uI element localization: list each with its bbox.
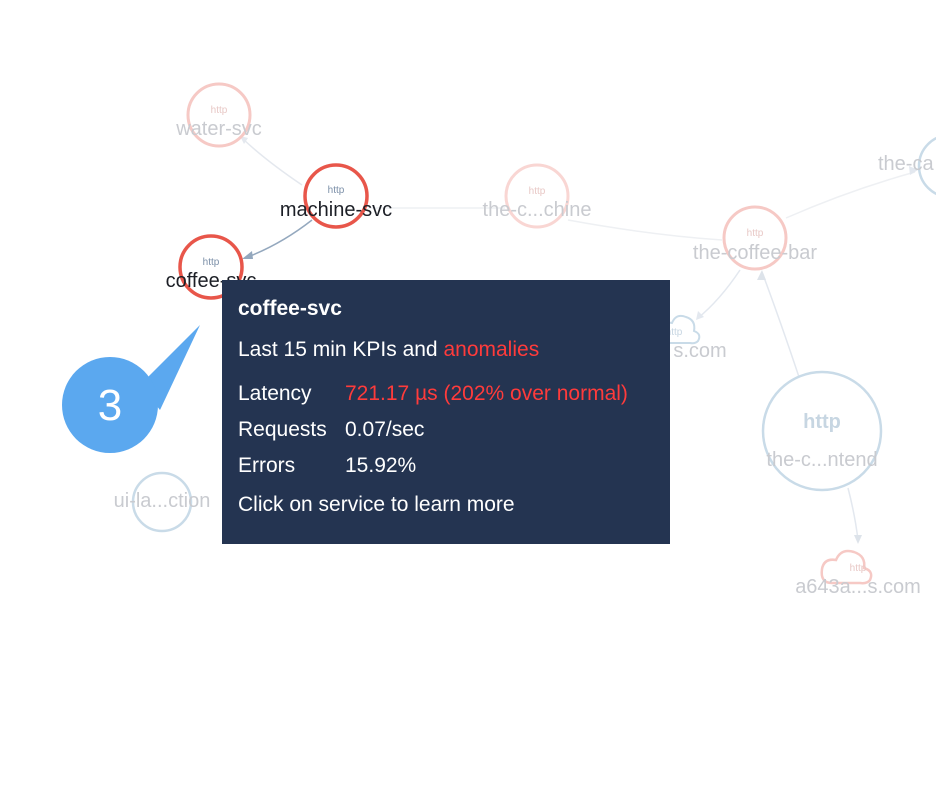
node-label-a643a-s-com[interactable]: a643a...s.com (795, 577, 921, 597)
node-protocol-frontend: http (803, 411, 841, 433)
node-protocol-coffeebar: http (746, 228, 764, 239)
node-protocol-a643: http (849, 563, 867, 574)
tooltip-subtitle-text: Last 15 min KPIs and (238, 338, 438, 361)
callout-step-number: 3 (97, 381, 123, 430)
edge-frontend-to-coffeebar (761, 271, 801, 381)
tooltip-row-label: Latency (238, 382, 312, 405)
node-protocol-thecmachine: http (528, 186, 546, 197)
node-label-ui-la-ction[interactable]: ui-la...ction (114, 491, 211, 511)
arrowhead-a643 (854, 535, 862, 544)
edge-machine-to-coffee (244, 219, 313, 259)
arrowhead-coffeebar-in (757, 270, 766, 280)
edge-coffeebar-to-theca (785, 171, 916, 219)
tooltip-row-value: 721.17 µs (202% over normal) (345, 382, 628, 405)
tooltip-subtitle: Last 15 min KPIs and anomalies (238, 339, 654, 360)
tooltip-title: coffee-svc (238, 297, 342, 320)
tooltip-row-label: Requests (238, 418, 327, 441)
node-label-water-svc[interactable]: water-svc (176, 119, 262, 139)
tooltip-row-value: 0.07/sec (345, 418, 425, 441)
node-label-machine-svc[interactable]: machine-svc (280, 200, 392, 220)
tooltip-row-latency: Latency 721.17 µs (202% over normal) (238, 376, 654, 412)
node-protocol-water: http (210, 105, 228, 116)
edge-coffeebar-to-scom (697, 269, 741, 319)
node-label-the-c-chine[interactable]: the-c...chine (483, 200, 592, 220)
edge-machine-to-water (241, 137, 303, 186)
tooltip-row-label: Errors (238, 454, 296, 477)
service-tooltip: coffee-svc Last 15 min KPIs and anomalie… (222, 280, 670, 544)
arrowhead-scom (696, 311, 704, 320)
node-label-the-c-ntend[interactable]: the-c...ntend (766, 450, 877, 470)
node-label-the-ca[interactable]: the-ca (878, 154, 934, 174)
tooltip-row-errors: Errors 15.92% (238, 448, 654, 484)
node-protocol-machine: http (327, 185, 345, 196)
tooltip-row-requests: Requests 0.07/sec (238, 412, 654, 448)
tooltip-row-value: 15.92% (345, 454, 417, 477)
node-label-s-com[interactable]: s.com (673, 341, 726, 361)
tooltip-footer: Click on service to learn more (238, 493, 515, 516)
edge-thecmachine-to-coffeebar (567, 219, 723, 241)
node-label-the-coffee-bar[interactable]: the-coffee-bar (693, 243, 817, 263)
node-protocol-coffee: http (202, 257, 220, 268)
tooltip-anomalies-label: anomalies (443, 338, 540, 361)
edge-frontend-to-a643 (847, 487, 859, 541)
arrowhead-coffee (242, 251, 253, 259)
